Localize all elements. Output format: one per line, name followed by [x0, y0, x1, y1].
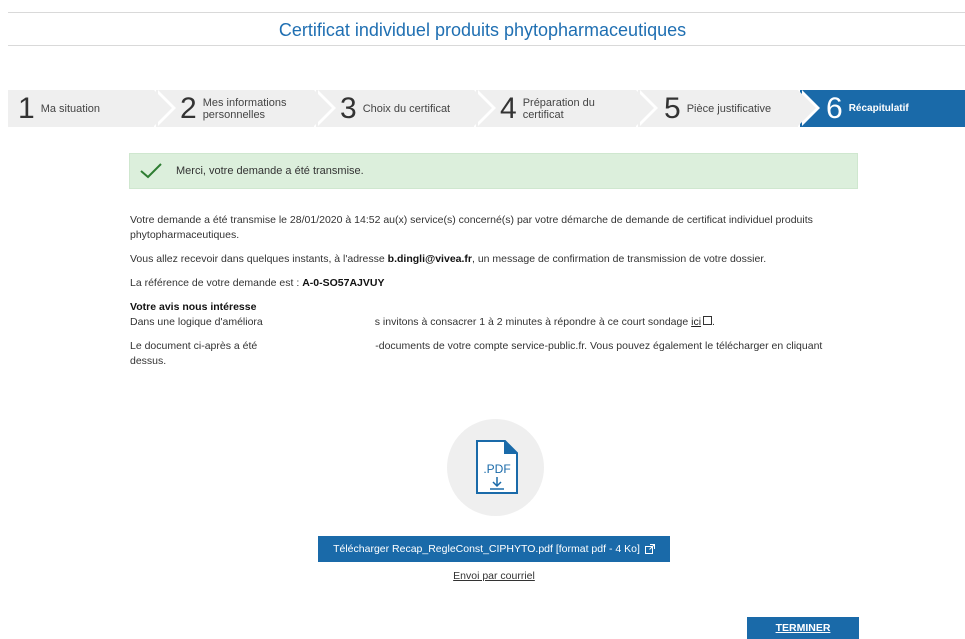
progress-stepper: 1 Ma situation 2 Mes informations person…	[8, 90, 965, 127]
step-2: 2 Mes informations personnelles	[156, 90, 336, 127]
step-number: 1	[18, 92, 35, 125]
step-5: 5 Pièce justificative	[638, 90, 820, 127]
top-divider	[8, 12, 965, 13]
step-4: 4 Préparation du certificat	[476, 90, 658, 127]
step-label: Pièce justificative	[686, 102, 772, 115]
reference-number: A-0-SO57AJVUY	[302, 277, 385, 289]
step-label: Préparation du certificat	[522, 96, 595, 121]
step-label: Récapitulatif	[848, 102, 909, 114]
survey-link[interactable]: ici	[691, 316, 701, 328]
reference-text: La référence de votre demande est : A-0-…	[130, 277, 385, 289]
finish-button[interactable]: TERMINER	[747, 617, 859, 639]
transmission-text: Votre demande a été transmise le 28/01/2…	[130, 214, 813, 241]
success-alert: Merci, votre demande a été transmise.	[129, 153, 858, 189]
step-number: 3	[340, 92, 357, 125]
email-address: b.dingli@vivea.fr	[387, 253, 472, 265]
document-text: Le document ci-après a été -documents de …	[130, 340, 823, 367]
checkmark-icon	[140, 163, 162, 179]
email-text: Vous allez recevoir dans quelques instan…	[130, 253, 767, 265]
step-label: Choix du certificat	[362, 102, 451, 115]
step-1: 1 Ma situation	[8, 90, 176, 127]
pdf-file-icon: .PDF	[476, 440, 518, 494]
pdf-label: .PDF	[483, 462, 510, 476]
step-3: 3 Choix du certificat	[316, 90, 496, 127]
survey-text: Dans une logique d'améliora s invitons à …	[130, 316, 715, 328]
title-divider	[8, 45, 965, 46]
page-title: Certificat individuel produits phytophar…	[278, 20, 687, 40]
step-number: 2	[180, 92, 197, 125]
step-label: Mes informations personnelles	[202, 96, 287, 121]
external-link-icon	[703, 316, 713, 325]
external-link-icon	[644, 544, 655, 554]
step-number: 5	[664, 92, 681, 125]
step-number: 6	[826, 92, 843, 125]
download-pdf-button[interactable]: Télécharger Recap_RegleConst_CIPHYTO.pdf…	[318, 536, 670, 562]
email-send-link[interactable]: Envoi par courriel	[0, 570, 965, 582]
pdf-download-area[interactable]: .PDF	[447, 419, 544, 516]
step-6-active: 6 Récapitulatif	[800, 90, 965, 127]
step-label: Ma situation	[40, 102, 100, 115]
survey-title: Votre avis nous intéresse	[130, 301, 257, 313]
confirmation-content: Votre demande a été transmise le 28/01/2…	[130, 213, 865, 378]
step-number: 4	[500, 92, 517, 125]
alert-message: Merci, votre demande a été transmise.	[176, 165, 364, 177]
download-label: Télécharger Recap_RegleConst_CIPHYTO.pdf…	[333, 543, 640, 555]
